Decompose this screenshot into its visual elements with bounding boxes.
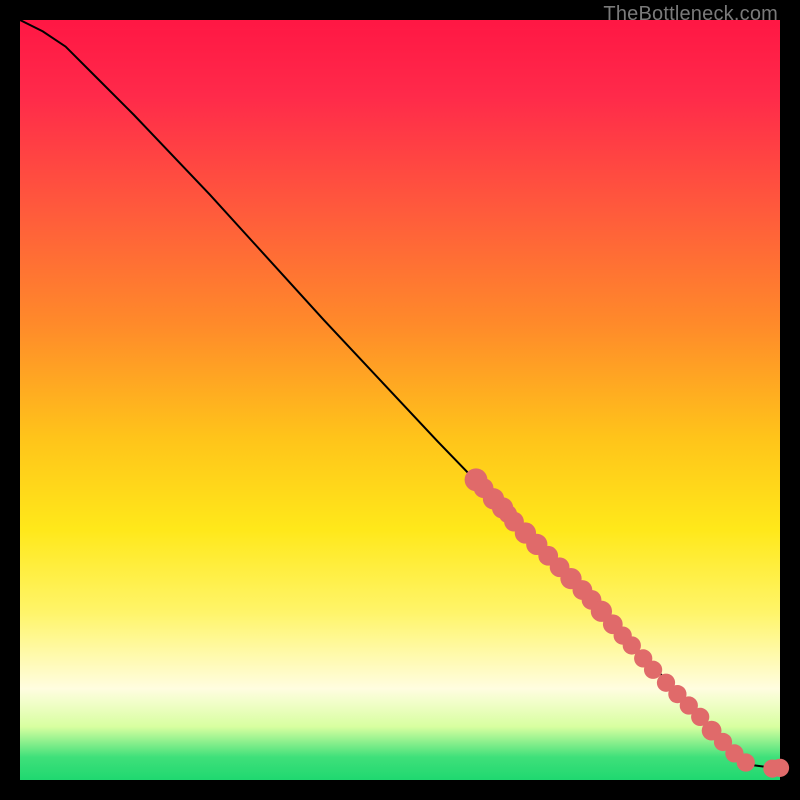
data-point — [737, 753, 755, 771]
chart-overlay — [20, 20, 780, 780]
chart-frame: TheBottleneck.com — [0, 0, 800, 800]
data-point — [644, 661, 662, 679]
data-points-group — [465, 468, 790, 777]
plot-area — [20, 20, 780, 780]
bottleneck-curve — [20, 20, 780, 769]
data-point — [771, 759, 789, 777]
